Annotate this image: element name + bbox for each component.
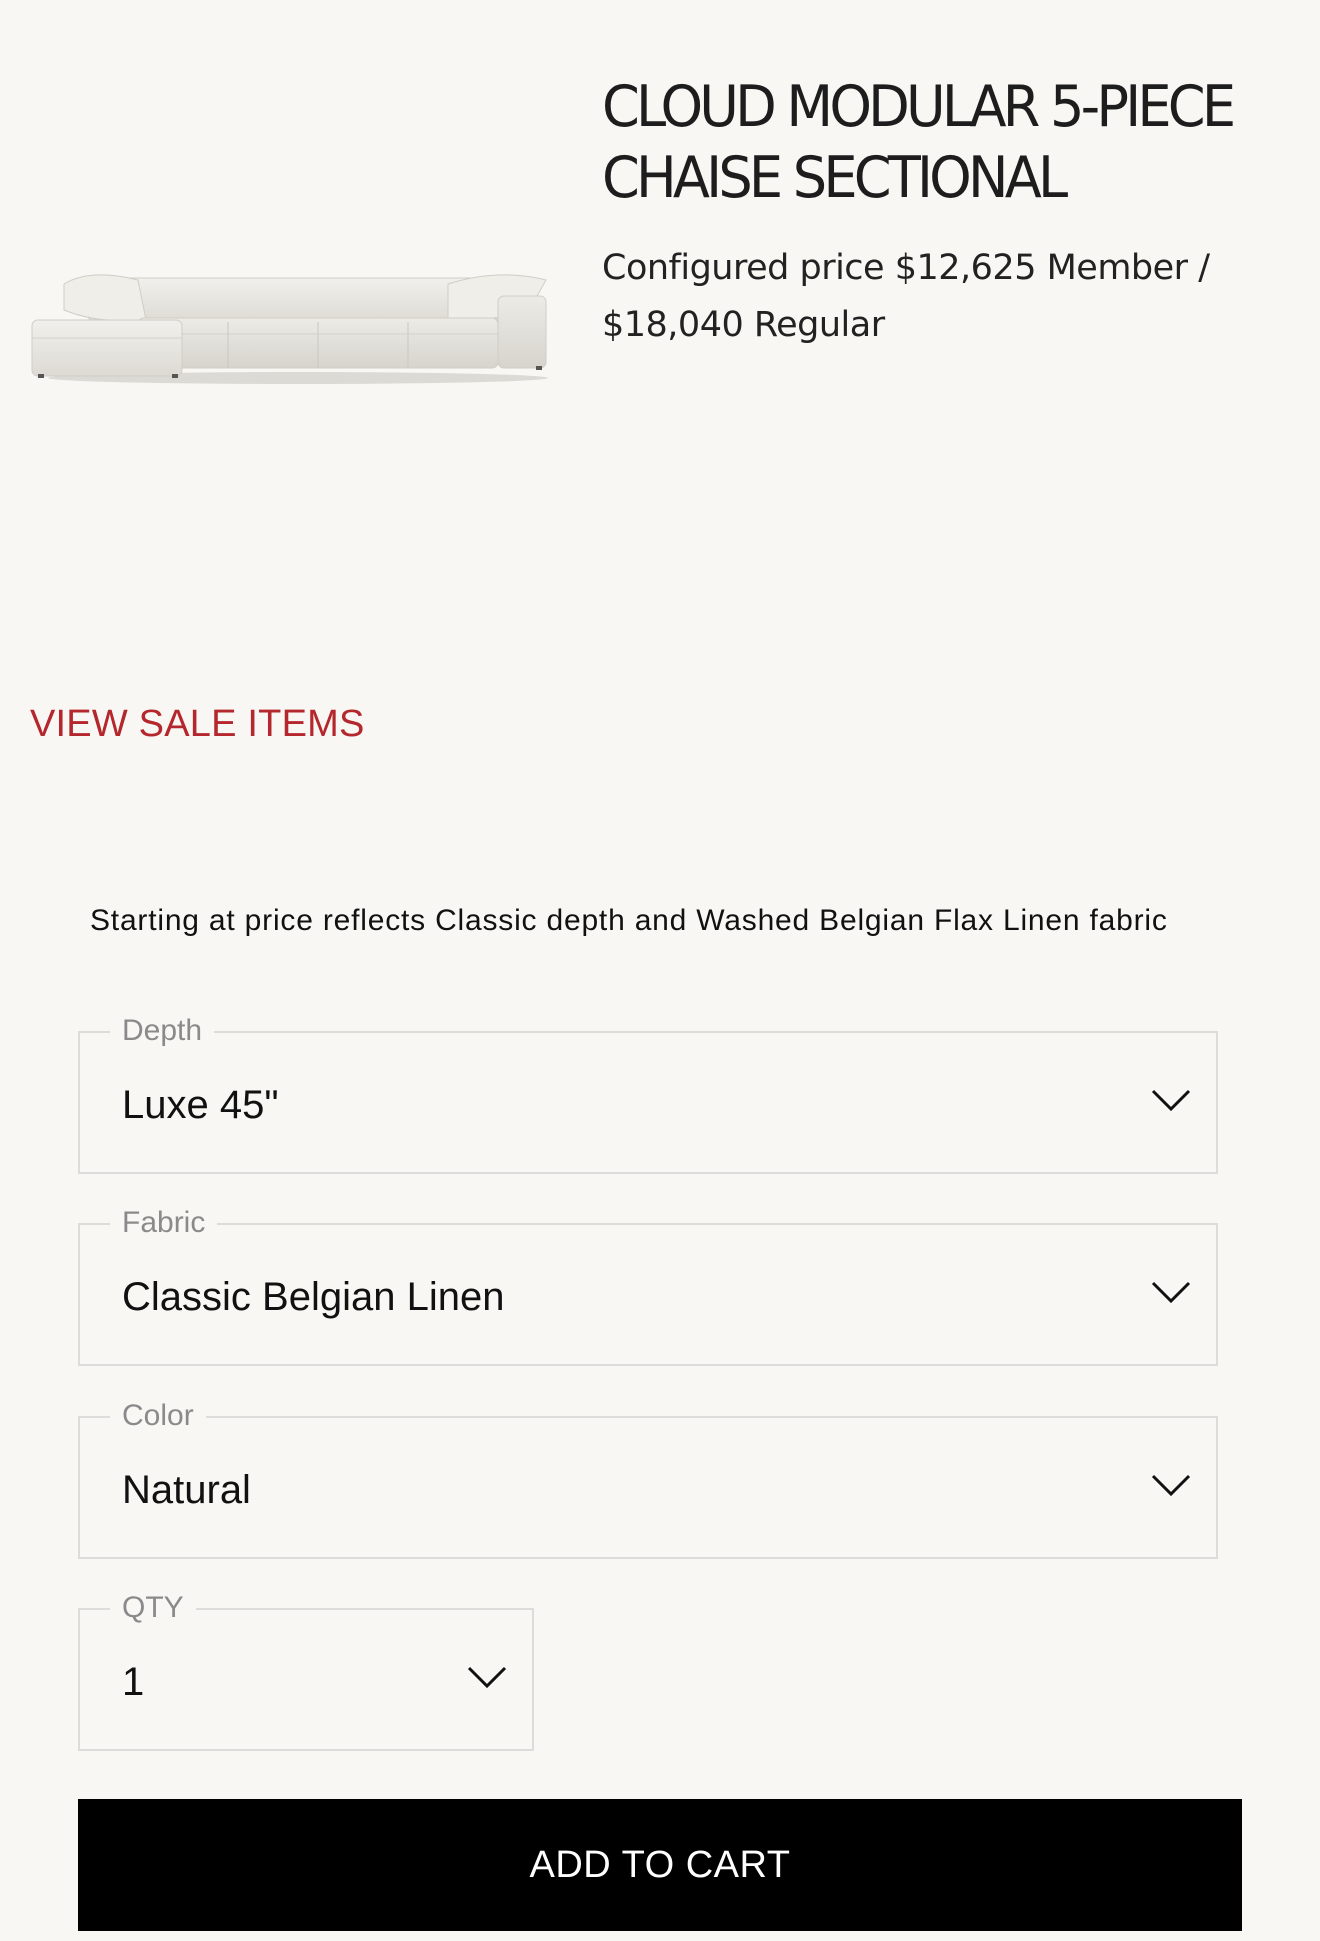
depth-select[interactable]: Depth Luxe 45" xyxy=(78,1007,1218,1174)
member-price: $12,625 xyxy=(894,248,1037,288)
view-sale-items-link[interactable]: VIEW SALE ITEMS xyxy=(30,703,365,746)
sectional-sofa-image[interactable] xyxy=(28,262,558,392)
fabric-select[interactable]: Fabric Classic Belgian Linen xyxy=(78,1199,1218,1366)
color-label: Color xyxy=(110,1392,206,1440)
chevron-down-icon xyxy=(467,1666,507,1689)
depth-label: Depth xyxy=(110,1007,215,1055)
quantity-value: 1 xyxy=(122,1660,145,1704)
quantity-select[interactable]: QTY 1 xyxy=(78,1584,534,1751)
product-title: CLOUD MODULAR 5-PIECE CHAISE SECTIONAL xyxy=(602,74,1236,211)
color-value: Natural xyxy=(122,1468,251,1512)
chevron-down-icon xyxy=(1151,1089,1191,1112)
regular-label: Regular xyxy=(753,305,885,345)
chevron-down-icon xyxy=(1151,1474,1191,1497)
member-label: Member / xyxy=(1046,248,1210,288)
price-info: Configured price $12,625 Member / $18,04… xyxy=(602,240,1242,354)
fabric-label: Fabric xyxy=(110,1199,218,1247)
depth-value: Luxe 45" xyxy=(122,1083,279,1127)
product-page: CLOUD MODULAR 5-PIECE CHAISE SECTIONAL C… xyxy=(0,0,1320,1941)
add-to-cart-button[interactable]: ADD TO CART xyxy=(78,1799,1242,1931)
fabric-value: Classic Belgian Linen xyxy=(122,1275,505,1319)
price-note: Starting at price reflects Classic depth… xyxy=(90,904,1168,937)
chevron-down-icon xyxy=(1151,1281,1191,1304)
price-prefix: Configured price xyxy=(602,248,885,288)
color-select[interactable]: Color Natural xyxy=(78,1392,1218,1559)
regular-price: $18,040 xyxy=(602,305,744,345)
quantity-label: QTY xyxy=(110,1584,196,1632)
